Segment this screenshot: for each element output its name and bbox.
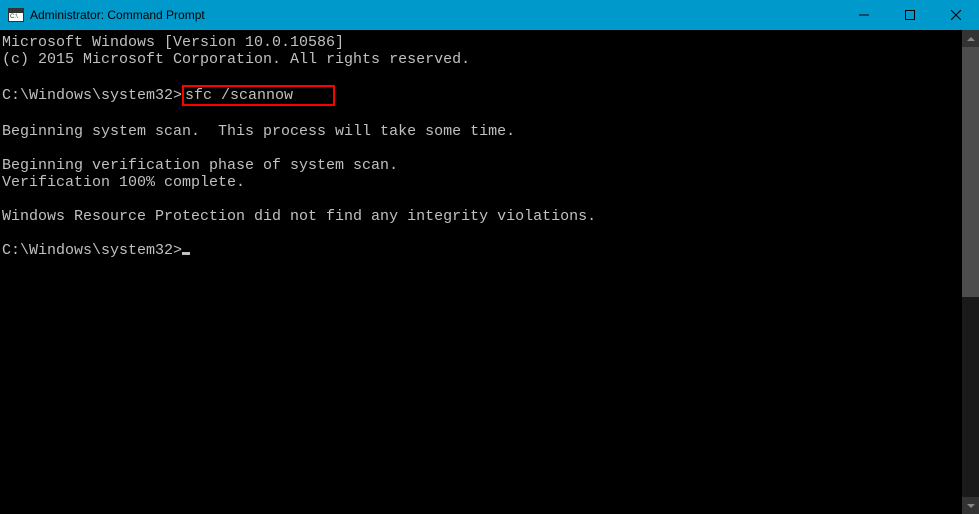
maximize-icon <box>905 10 915 20</box>
terminal-area: Microsoft Windows [Version 10.0.10586] (… <box>0 30 979 514</box>
scan-begin-line: Beginning system scan. This process will… <box>2 123 515 140</box>
minimize-icon <box>859 10 869 20</box>
verification-complete-line: Verification 100% complete. <box>2 174 245 191</box>
typed-command: sfc /scannow <box>185 87 293 104</box>
chevron-up-icon <box>967 35 975 43</box>
close-icon <box>951 10 961 20</box>
command-prompt-window: Administrator: Command Prompt Microsoft … <box>0 0 979 514</box>
terminal-content[interactable]: Microsoft Windows [Version 10.0.10586] (… <box>0 30 962 514</box>
copyright-line: (c) 2015 Microsoft Corporation. All righ… <box>2 51 470 68</box>
vertical-scrollbar[interactable] <box>962 30 979 514</box>
scroll-down-button[interactable] <box>962 497 979 514</box>
cursor <box>182 252 190 255</box>
scroll-up-button[interactable] <box>962 30 979 47</box>
chevron-down-icon <box>967 502 975 510</box>
command-highlight: sfc /scannow <box>182 85 335 106</box>
scroll-track[interactable] <box>962 47 979 497</box>
window-controls <box>841 0 979 30</box>
cmd-icon <box>8 8 24 22</box>
version-line: Microsoft Windows [Version 10.0.10586] <box>2 34 344 51</box>
close-button[interactable] <box>933 0 979 30</box>
maximize-button[interactable] <box>887 0 933 30</box>
titlebar[interactable]: Administrator: Command Prompt <box>0 0 979 30</box>
window-title: Administrator: Command Prompt <box>30 8 841 22</box>
minimize-button[interactable] <box>841 0 887 30</box>
prompt-path-2: C:\Windows\system32> <box>2 242 182 259</box>
result-line: Windows Resource Protection did not find… <box>2 208 596 225</box>
scroll-thumb[interactable] <box>962 47 979 297</box>
prompt-path: C:\Windows\system32> <box>2 87 182 104</box>
verification-phase-line: Beginning verification phase of system s… <box>2 157 398 174</box>
